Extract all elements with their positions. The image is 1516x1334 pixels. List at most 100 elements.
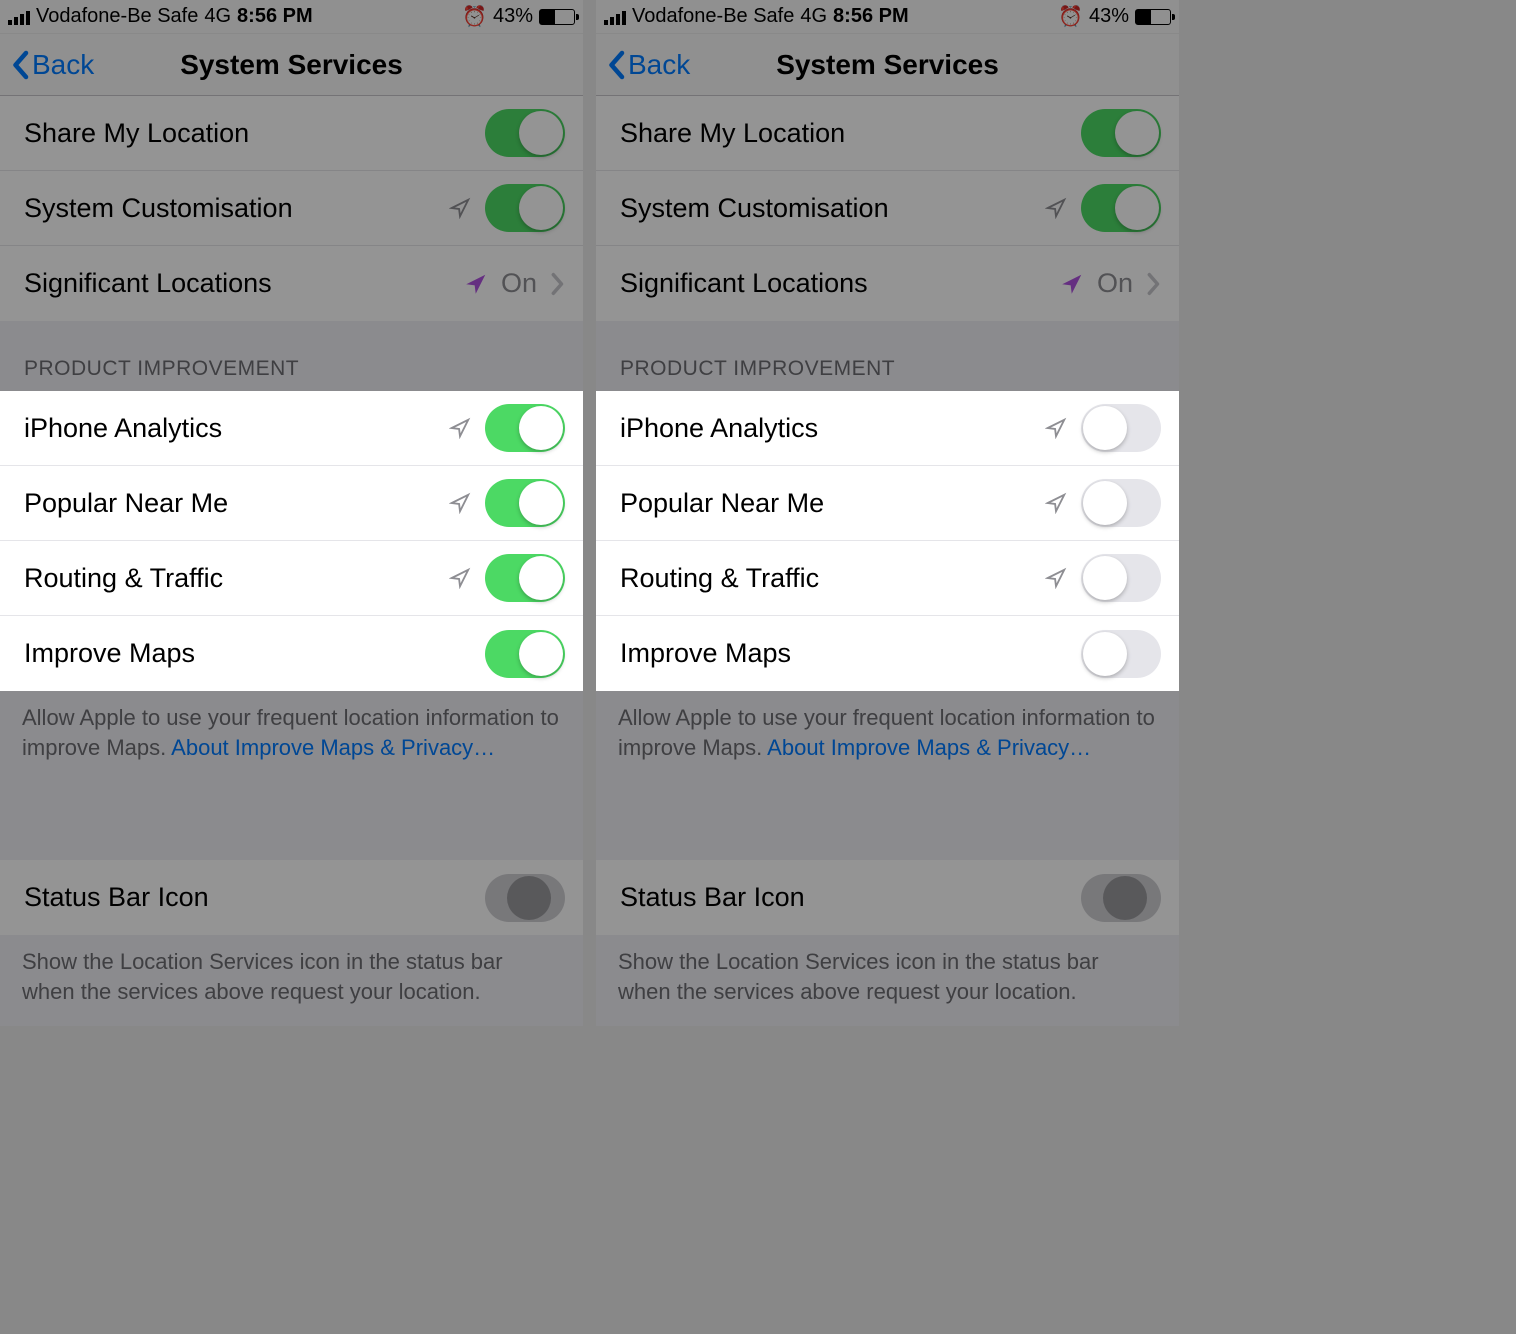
row-significant-locations[interactable]: Significant Locations On	[596, 246, 1179, 321]
row-label: Share My Location	[620, 118, 1081, 149]
row-label: Popular Near Me	[24, 488, 449, 519]
cell-group-top: Share My Location System Customisation S…	[0, 96, 583, 321]
location-arrow-icon	[465, 273, 487, 295]
cell-group-product-improvement: iPhone Analytics Popular Near Me Routing…	[0, 391, 583, 691]
about-improve-maps-link[interactable]: About Improve Maps & Privacy…	[767, 735, 1091, 760]
section-footer-status-bar: Show the Location Services icon in the s…	[596, 935, 1179, 1016]
location-arrow-icon	[1045, 567, 1067, 589]
toggle-status-bar-icon[interactable]	[485, 874, 565, 922]
row-label: Share My Location	[24, 118, 485, 149]
chevron-left-icon	[606, 50, 626, 80]
section-footer-status-bar: Show the Location Services icon in the s…	[0, 935, 583, 1016]
row-improve-maps[interactable]: Improve Maps	[596, 616, 1179, 691]
toggle-iphone-analytics[interactable]	[485, 404, 565, 452]
back-button[interactable]: Back	[10, 49, 94, 81]
section-header-product-improvement: PRODUCT IMPROVEMENT	[0, 321, 583, 391]
row-label: Status Bar Icon	[620, 882, 1081, 913]
clock-label: 8:56 PM	[237, 5, 313, 28]
row-popular-near-me[interactable]: Popular Near Me	[0, 466, 583, 541]
row-routing-traffic[interactable]: Routing & Traffic	[0, 541, 583, 616]
about-improve-maps-link[interactable]: About Improve Maps & Privacy…	[171, 735, 495, 760]
row-iphone-analytics[interactable]: iPhone Analytics	[596, 391, 1179, 466]
row-value: On	[501, 268, 537, 299]
location-arrow-icon	[1061, 273, 1083, 295]
section-footer-improve-maps: Allow Apple to use your frequent locatio…	[596, 691, 1179, 772]
battery-icon	[539, 9, 575, 25]
phone-screenshot-right: Vodafone-Be Safe 4G 8:56 PM ⏰ 43% Back S…	[596, 0, 1179, 1026]
row-label: Popular Near Me	[620, 488, 1045, 519]
row-share-my-location[interactable]: Share My Location	[596, 96, 1179, 171]
back-label: Back	[32, 49, 94, 81]
toggle-system-customisation[interactable]	[485, 184, 565, 232]
row-label: Significant Locations	[620, 268, 1061, 299]
toggle-routing-traffic[interactable]	[485, 554, 565, 602]
row-label: System Customisation	[620, 193, 1045, 224]
row-popular-near-me[interactable]: Popular Near Me	[596, 466, 1179, 541]
cell-group-product-improvement: iPhone Analytics Popular Near Me Routing…	[596, 391, 1179, 691]
toggle-status-bar-icon[interactable]	[1081, 874, 1161, 922]
cell-group-status-bar-icon: Status Bar Icon	[596, 860, 1179, 935]
toggle-improve-maps[interactable]	[1081, 630, 1161, 678]
cell-group-status-bar-icon: Status Bar Icon	[0, 860, 583, 935]
signal-bars-icon	[604, 9, 626, 25]
row-label: iPhone Analytics	[24, 413, 449, 444]
clock-label: 8:56 PM	[833, 5, 909, 28]
toggle-share-my-location[interactable]	[485, 109, 565, 157]
status-bar: Vodafone-Be Safe 4G 8:56 PM ⏰ 43%	[0, 0, 583, 34]
row-routing-traffic[interactable]: Routing & Traffic	[596, 541, 1179, 616]
section-header-product-improvement: PRODUCT IMPROVEMENT	[596, 321, 1179, 391]
toggle-routing-traffic[interactable]	[1081, 554, 1161, 602]
row-significant-locations[interactable]: Significant Locations On	[0, 246, 583, 321]
row-label: Improve Maps	[24, 638, 485, 669]
row-value: On	[1097, 268, 1133, 299]
row-label: Improve Maps	[620, 638, 1081, 669]
back-label: Back	[628, 49, 690, 81]
toggle-system-customisation[interactable]	[1081, 184, 1161, 232]
row-label: System Customisation	[24, 193, 449, 224]
location-arrow-icon	[449, 197, 471, 219]
row-iphone-analytics[interactable]: iPhone Analytics	[0, 391, 583, 466]
location-arrow-icon	[449, 567, 471, 589]
row-label: Routing & Traffic	[620, 563, 1045, 594]
back-button[interactable]: Back	[606, 49, 690, 81]
toggle-improve-maps[interactable]	[485, 630, 565, 678]
nav-bar: Back System Services	[596, 34, 1179, 96]
location-arrow-icon	[1045, 197, 1067, 219]
carrier-label: Vodafone-Be Safe	[36, 5, 198, 28]
section-footer-improve-maps: Allow Apple to use your frequent locatio…	[0, 691, 583, 772]
row-system-customisation[interactable]: System Customisation	[0, 171, 583, 246]
battery-pct-label: 43%	[1089, 5, 1129, 28]
row-improve-maps[interactable]: Improve Maps	[0, 616, 583, 691]
carrier-label: Vodafone-Be Safe	[632, 5, 794, 28]
toggle-popular-near-me[interactable]	[485, 479, 565, 527]
status-bar: Vodafone-Be Safe 4G 8:56 PM ⏰ 43%	[596, 0, 1179, 34]
row-status-bar-icon[interactable]: Status Bar Icon	[0, 860, 583, 935]
row-status-bar-icon[interactable]: Status Bar Icon	[596, 860, 1179, 935]
alarm-icon: ⏰	[462, 4, 487, 29]
row-share-my-location[interactable]: Share My Location	[0, 96, 583, 171]
battery-pct-label: 43%	[493, 5, 533, 28]
row-label: iPhone Analytics	[620, 413, 1045, 444]
chevron-left-icon	[10, 50, 30, 80]
row-label: Significant Locations	[24, 268, 465, 299]
location-arrow-icon	[449, 417, 471, 439]
toggle-iphone-analytics[interactable]	[1081, 404, 1161, 452]
row-system-customisation[interactable]: System Customisation	[596, 171, 1179, 246]
toggle-popular-near-me[interactable]	[1081, 479, 1161, 527]
row-label: Routing & Traffic	[24, 563, 449, 594]
location-arrow-icon	[449, 492, 471, 514]
signal-bars-icon	[8, 9, 30, 25]
location-arrow-icon	[1045, 417, 1067, 439]
cell-group-top: Share My Location System Customisation S…	[596, 96, 1179, 321]
toggle-share-my-location[interactable]	[1081, 109, 1161, 157]
network-label: 4G	[800, 5, 827, 28]
alarm-icon: ⏰	[1058, 4, 1083, 29]
network-label: 4G	[204, 5, 231, 28]
phone-screenshot-left: Vodafone-Be Safe 4G 8:56 PM ⏰ 43% Back S…	[0, 0, 583, 1026]
battery-icon	[1135, 9, 1171, 25]
chevron-right-icon	[1147, 272, 1161, 296]
location-arrow-icon	[1045, 492, 1067, 514]
chevron-right-icon	[551, 272, 565, 296]
nav-bar: Back System Services	[0, 34, 583, 96]
row-label: Status Bar Icon	[24, 882, 485, 913]
